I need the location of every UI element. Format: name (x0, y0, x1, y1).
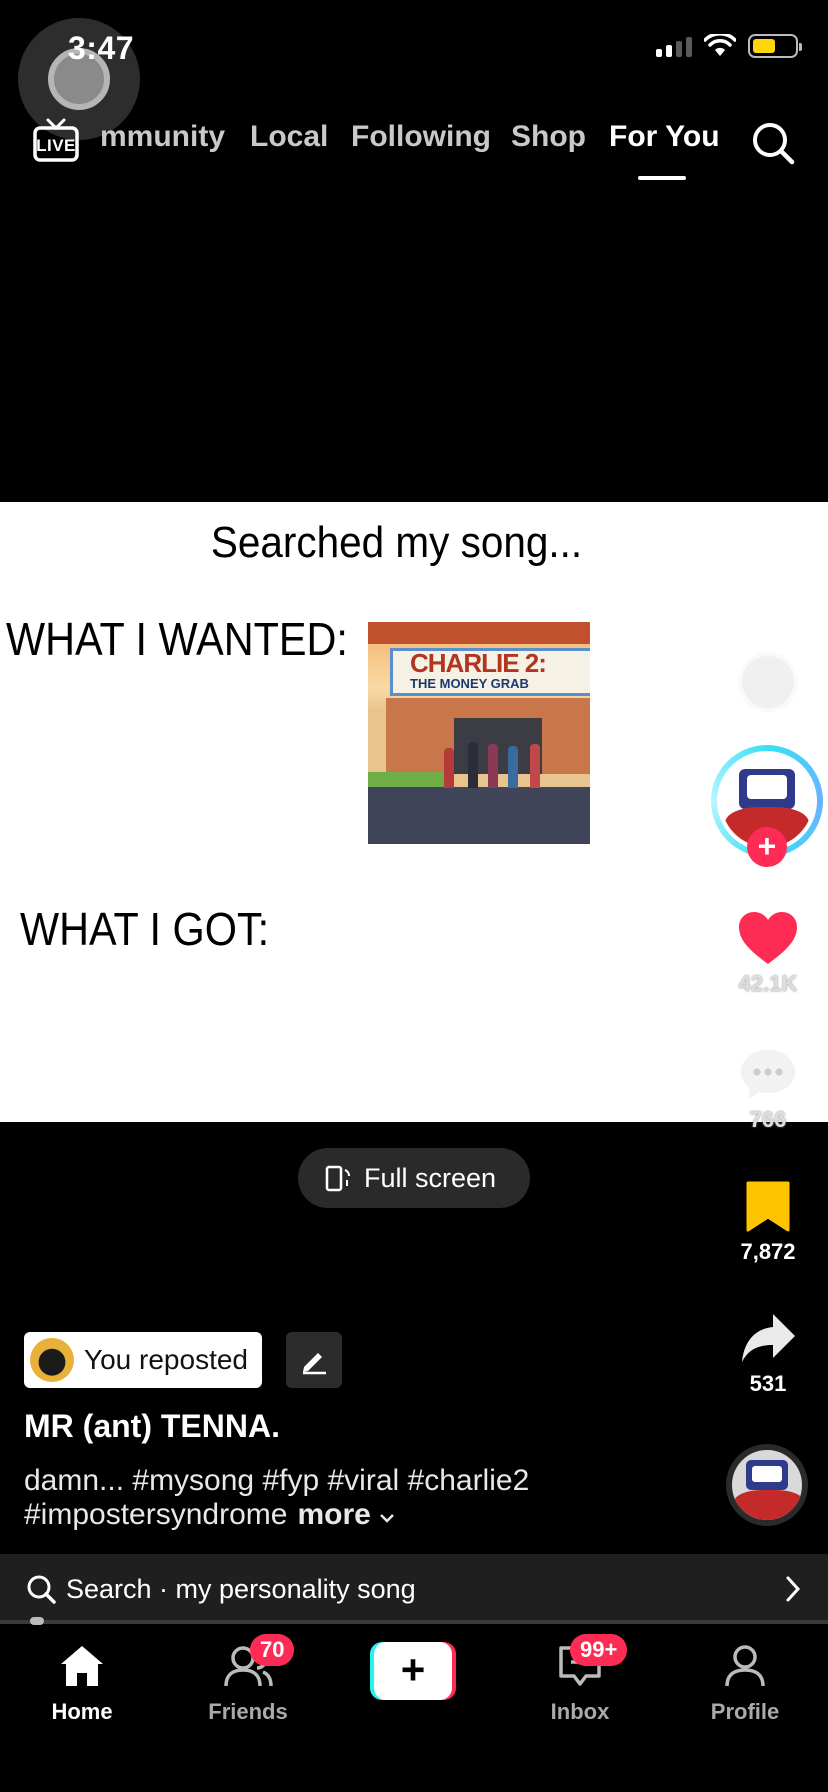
video-got-text: WHAT I GOT: (20, 903, 270, 955)
live-icon[interactable]: LIVE (32, 116, 80, 164)
full-screen-label: Full screen (364, 1162, 497, 1193)
share-count: 531 (749, 1371, 787, 1396)
ghost-overlay-icon (738, 652, 798, 712)
poster-subtitle: THE MONEY GRAB (410, 676, 529, 691)
nav-inbox-label: Inbox (550, 1699, 610, 1724)
nav-inbox[interactable]: Inbox 99+ (510, 1634, 650, 1725)
comment-icon (741, 1050, 795, 1099)
profile-icon (725, 1645, 765, 1687)
more-link[interactable]: more (297, 1498, 395, 1531)
bottom-nav: Home Friends 70 + Inbox 99+ Profile (0, 1626, 828, 1792)
nav-profile[interactable]: Profile (675, 1644, 815, 1725)
video-content[interactable]: Searched my song... WHAT I WANTED: CHARL… (0, 502, 828, 1122)
like-button[interactable]: 42.1K (708, 910, 828, 997)
nav-profile-label: Profile (710, 1699, 780, 1724)
plus-icon: + (374, 1642, 452, 1700)
poster-title: CHARLIE 2: (410, 648, 547, 678)
pencil-icon (303, 1353, 326, 1375)
my-avatar (30, 1338, 74, 1382)
description-text: damn... #mysong #fyp #viral #charlie2 #i… (24, 1464, 530, 1531)
related-search-bar[interactable]: Search · my personality song (0, 1554, 828, 1624)
video-progress-bar[interactable] (0, 1620, 828, 1624)
chevron-down-icon (380, 1514, 395, 1523)
create-button[interactable]: + (370, 1642, 456, 1700)
full-screen-button[interactable]: Full screen (298, 1148, 530, 1208)
share-button[interactable]: 531 (708, 1310, 828, 1397)
edit-repost-button[interactable] (286, 1332, 342, 1388)
video-progress-handle[interactable] (30, 1617, 44, 1625)
search-icon[interactable] (750, 120, 796, 166)
tab-shop[interactable]: Shop (511, 120, 586, 154)
tab-for-you[interactable]: For You (609, 120, 720, 154)
status-time: 3:47 (68, 30, 135, 66)
follow-plus-button[interactable]: + (747, 827, 787, 867)
active-tab-indicator (638, 176, 686, 180)
nav-friends[interactable]: Friends 70 (178, 1634, 318, 1725)
reposted-badge[interactable]: You reposted (24, 1332, 262, 1388)
tab-following[interactable]: Following (351, 120, 491, 154)
search-small-icon (27, 1575, 56, 1604)
video-title-text: Searched my song... (210, 518, 583, 567)
movie-theater-image: CHARLIE 2: THE MONEY GRAB (368, 622, 590, 844)
wifi-icon (704, 34, 736, 56)
inbox-badge: 99+ (570, 1634, 628, 1666)
status-icons (656, 34, 802, 58)
comment-button[interactable]: 766 (708, 1046, 828, 1133)
save-button[interactable]: 7,872 (708, 1180, 828, 1265)
live-label: LIVE (36, 136, 76, 155)
save-count: 7,872 (740, 1239, 796, 1264)
video-wanted-text: WHAT I WANTED: (6, 613, 348, 665)
chevron-right-icon (786, 1576, 801, 1602)
rotate-screen-icon (325, 1165, 350, 1192)
friends-badge: 70 (250, 1634, 295, 1666)
comment-count: 766 (749, 1107, 787, 1132)
related-search-label: Search · my personality song (66, 1573, 416, 1604)
author-name[interactable]: MR (ant) TENNA. (24, 1408, 280, 1445)
cellular-signal-icon (656, 35, 692, 57)
like-count: 42.1K (738, 971, 798, 996)
more-label: more (297, 1498, 371, 1531)
nav-home[interactable]: Home (12, 1644, 152, 1725)
music-disc-avatar[interactable] (726, 1444, 808, 1526)
video-description[interactable]: damn... #mysong #fyp #viral #charlie2 #i… (24, 1464, 664, 1532)
tab-community[interactable]: mmunity (100, 120, 225, 154)
battery-icon (748, 34, 802, 58)
nav-home-label: Home (51, 1699, 113, 1724)
tab-local[interactable]: Local (250, 120, 328, 154)
nav-friends-label: Friends (208, 1699, 288, 1724)
share-arrow-icon (742, 1314, 795, 1362)
home-icon (61, 1646, 103, 1686)
heart-icon (739, 912, 797, 964)
bookmark-icon (746, 1181, 790, 1232)
reposted-label: You reposted (84, 1344, 248, 1375)
